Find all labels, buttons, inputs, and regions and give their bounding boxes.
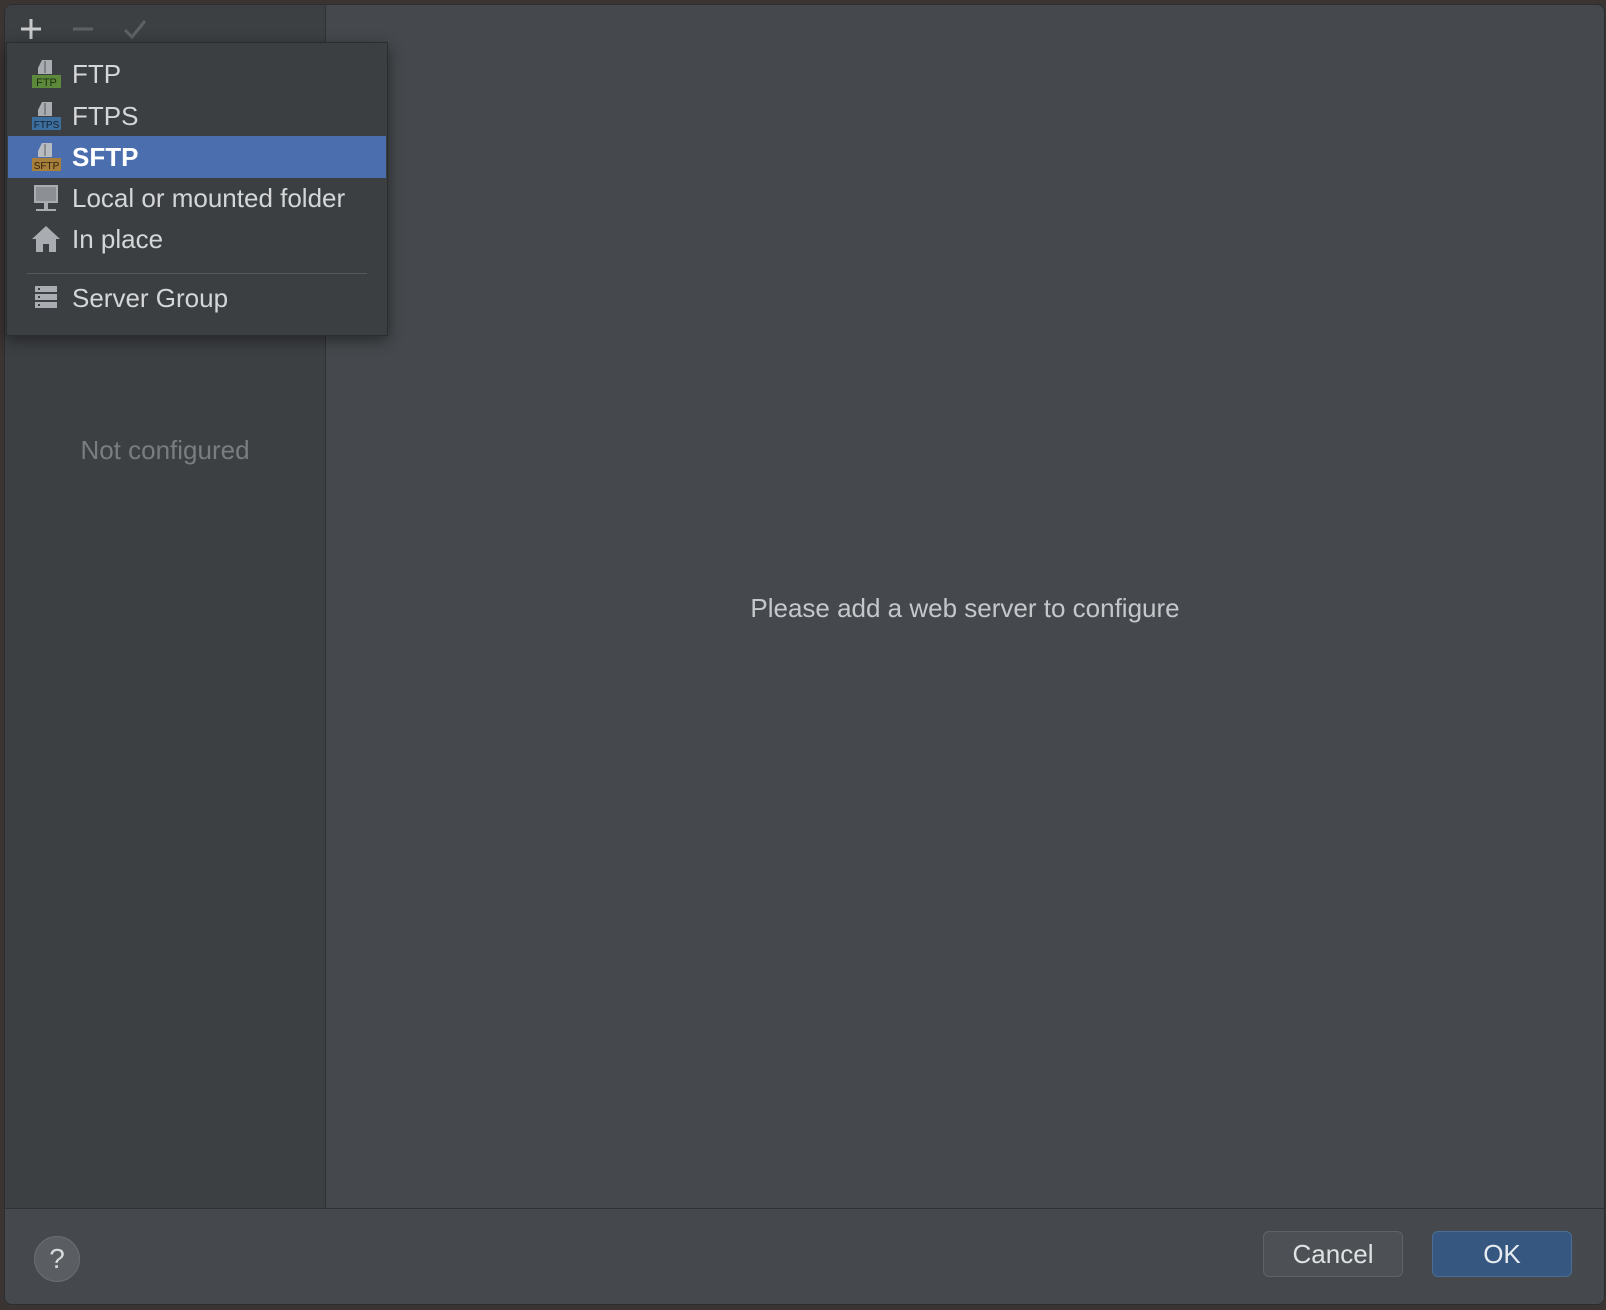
empty-list-text: Not configured bbox=[80, 435, 250, 465]
home-icon bbox=[30, 223, 62, 255]
ftp-badge: FTP bbox=[36, 77, 57, 89]
menu-item-label: Server Group bbox=[72, 282, 229, 313]
ftps-badge: FTPS bbox=[34, 120, 60, 131]
menu-item-sftp[interactable]: SFTP SFTP bbox=[8, 136, 386, 178]
remove-button[interactable] bbox=[67, 13, 99, 45]
menu-separator bbox=[27, 273, 367, 274]
sftp-badge: SFTP bbox=[34, 161, 60, 172]
add-button[interactable] bbox=[15, 13, 47, 45]
menu-item-label: In place bbox=[72, 223, 164, 254]
minus-icon bbox=[73, 27, 93, 31]
menu-item-server-group[interactable]: Server Group bbox=[8, 277, 386, 319]
menu-item-label: FTP bbox=[72, 58, 122, 89]
help-button[interactable]: ? bbox=[34, 1236, 80, 1282]
add-server-menu: FTP FTP FTPS FTPS SFTP SFTP Local or mou… bbox=[6, 42, 388, 336]
ok-button[interactable]: OK bbox=[1432, 1231, 1572, 1277]
menu-item-local-folder[interactable]: Local or mounted folder bbox=[8, 177, 386, 219]
menu-item-label: SFTP bbox=[72, 141, 139, 172]
check-icon bbox=[123, 20, 147, 40]
server-group-icon bbox=[30, 282, 62, 314]
plus-icon bbox=[21, 19, 41, 39]
list-toolbar bbox=[5, 5, 325, 47]
ftp-icon: FTP bbox=[30, 58, 62, 90]
apply-button[interactable] bbox=[119, 13, 151, 45]
ftps-icon: FTPS bbox=[30, 100, 62, 132]
menu-item-ftp[interactable]: FTP FTP bbox=[8, 53, 386, 95]
menu-item-label: FTPS bbox=[72, 100, 139, 131]
folder-computer-icon bbox=[30, 182, 62, 214]
menu-item-in-place[interactable]: In place bbox=[8, 218, 386, 260]
menu-item-label: Local or mounted folder bbox=[72, 182, 346, 213]
cancel-button[interactable]: Cancel bbox=[1263, 1231, 1403, 1277]
placeholder-text: Please add a web server to configure bbox=[750, 593, 1180, 623]
menu-item-ftps[interactable]: FTPS FTPS bbox=[8, 95, 386, 137]
sftp-icon: SFTP bbox=[30, 141, 62, 173]
config-panel: Please add a web server to configure bbox=[326, 5, 1604, 1208]
dialog-footer: ? Cancel OK bbox=[5, 1208, 1604, 1304]
